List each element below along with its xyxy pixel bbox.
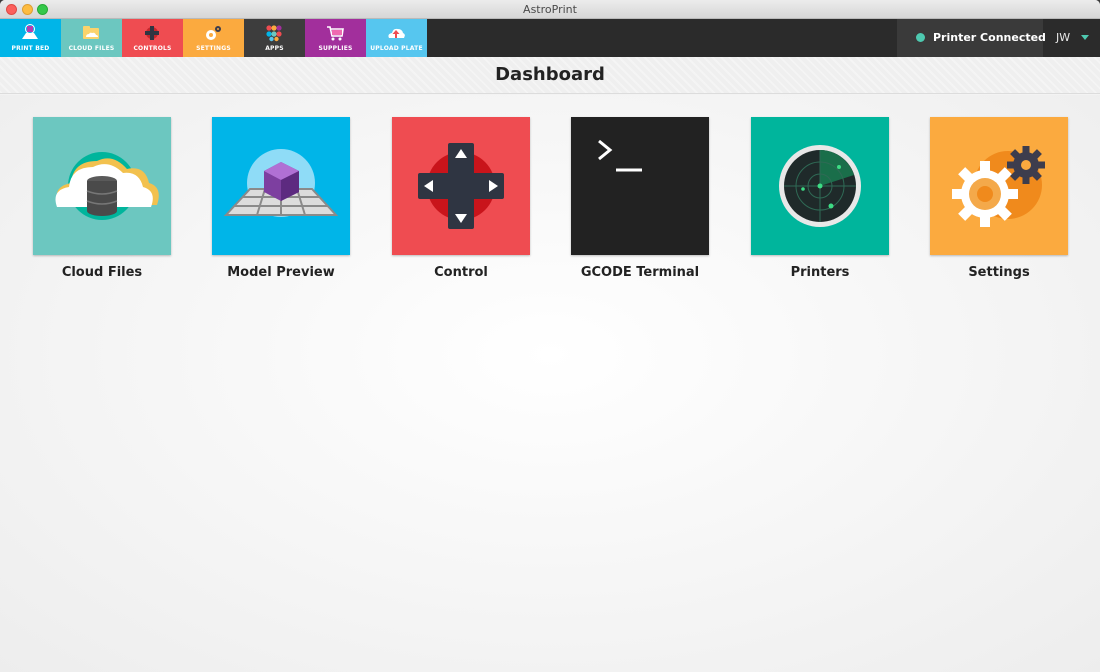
dpad-icon [418, 143, 504, 229]
tab-controls[interactable]: CONTROLS [122, 19, 183, 57]
dpad-icon [145, 26, 159, 40]
tab-supplies[interactable]: SUPPLIES [305, 19, 366, 57]
status-indicator-icon [916, 33, 925, 42]
tile-printers[interactable]: Printers [751, 117, 889, 287]
dashboard-content: Cloud Files Model Preview Control GCODE … [0, 95, 1100, 672]
gears-icon [952, 146, 1045, 227]
tab-apps[interactable]: APPS [244, 19, 305, 57]
tile-cloud-files[interactable]: Cloud Files [33, 117, 171, 287]
radar-icon [779, 145, 861, 227]
tile-model-preview[interactable]: Model Preview [212, 117, 350, 287]
tab-label: CLOUD FILES [68, 45, 115, 52]
tile-settings[interactable]: Settings [930, 117, 1068, 287]
tab-label: PRINT BED [11, 45, 50, 52]
printer-bed-icon [22, 24, 38, 39]
tile-label: Model Preview [227, 265, 335, 280]
caret-down-icon [1081, 35, 1089, 40]
tab-print-bed[interactable]: PRINT BED [0, 19, 61, 57]
cloud-database-icon [55, 152, 159, 220]
window-title: AstroPrint [523, 3, 577, 16]
tile-label: GCODE Terminal [580, 265, 700, 280]
tile-control[interactable]: Control [392, 117, 530, 287]
tab-cloud-files[interactable]: CLOUD FILES [61, 19, 122, 57]
tile-label: Printers [790, 265, 850, 280]
tab-upload-plate[interactable]: UPLOAD PLATE [366, 19, 427, 57]
cube-on-grid-icon [223, 149, 339, 217]
tab-label: SETTINGS [196, 45, 231, 52]
cloud-upload-icon [388, 28, 405, 38]
user-menu[interactable]: JW [1046, 19, 1100, 57]
terminal-prompt-icon [598, 139, 642, 172]
tab-label: SUPPLIES [318, 45, 353, 52]
tab-label: CONTROLS [133, 45, 172, 52]
page-title: Dashboard [495, 64, 605, 85]
user-initials: JW [1056, 31, 1071, 44]
page-header: Dashboard [0, 57, 1100, 94]
gears-icon [206, 26, 221, 40]
printer-status-text: Printer Connected [933, 31, 1046, 44]
apps-grid-icon [266, 25, 282, 42]
tile-label: Cloud Files [61, 265, 143, 280]
shopping-cart-icon [327, 26, 344, 41]
tab-label: APPS [265, 45, 284, 52]
app-window: AstroPrint PRINT BED CLOUD FILES CONTROL… [0, 0, 1100, 672]
printer-status[interactable]: Printer Connected [897, 19, 1046, 57]
title-bar: AstroPrint [0, 0, 1100, 19]
tile-label: Control [434, 265, 488, 280]
tile-label: Settings [968, 265, 1030, 280]
tile-gcode-terminal[interactable]: GCODE Terminal [571, 117, 709, 287]
tab-label: UPLOAD PLATE [370, 45, 423, 52]
cloud-folder-icon [83, 26, 99, 39]
tab-settings[interactable]: SETTINGS [183, 19, 244, 57]
